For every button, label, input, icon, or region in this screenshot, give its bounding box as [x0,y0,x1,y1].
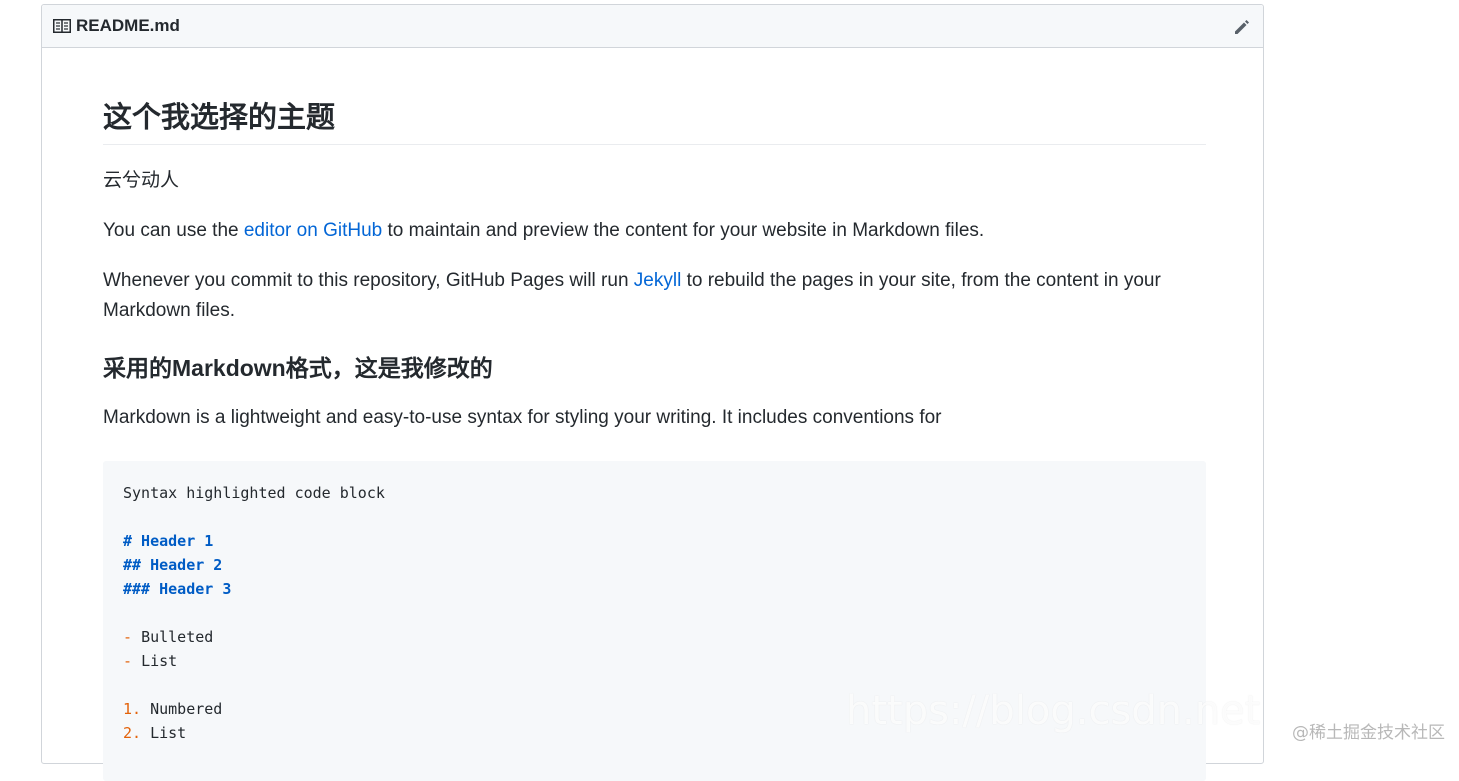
code-line-bullet: - List [123,649,1186,673]
code-text: Numbered [150,700,223,718]
paragraph-editor: You can use the editor on GitHub to main… [103,216,1206,246]
code-list-marker: 2. [123,724,151,742]
code-line-header-2: ## Header 2 [123,556,223,574]
pencil-icon [1235,20,1249,34]
edit-file-button[interactable] [1231,16,1253,38]
paragraph-intro: 云兮动人 [103,170,180,191]
editor-on-github-link[interactable]: editor on GitHub [244,220,382,241]
book-icon [53,18,71,34]
code-line-header-1: # Header 1 [123,532,214,550]
paragraph-text: to maintain and preview the content for … [382,220,985,241]
code-text: List [150,724,187,742]
watermark-url: https://blog.csdn.net [846,688,1261,734]
paragraph-markdown: Markdown is a lightweight and easy-to-us… [103,407,942,428]
code-line-header-3: ### Header 3 [123,580,232,598]
readme-content: 这个我选择的主题 云兮动人 You can use the editor on … [103,92,1206,781]
paragraph-jekyll: Whenever you commit to this repository, … [103,266,1206,326]
code-list-marker: 1. [123,700,151,718]
code-text: List [141,652,178,670]
watermark-site: @稀土掘金技术社区 [1292,723,1445,743]
code-text: Bulleted [141,628,214,646]
code-line: Syntax highlighted code block [123,484,385,502]
readme-header: README.md [42,5,1263,48]
code-line-bullet: - Bulleted [123,625,1186,649]
jekyll-link[interactable]: Jekyll [634,270,682,291]
readme-filename[interactable]: README.md [76,16,180,36]
paragraph-text: Whenever you commit to this repository, … [103,270,634,291]
paragraph-text: You can use the [103,220,244,241]
readme-container: README.md 这个我选择的主题 云兮动人 You can use the … [41,4,1264,781]
page-title: 这个我选择的主题 [103,92,1206,145]
section-heading: 采用的Markdown格式，这是我修改的 [103,355,493,381]
code-list-marker: - [123,652,142,670]
code-list-marker: - [123,628,142,646]
